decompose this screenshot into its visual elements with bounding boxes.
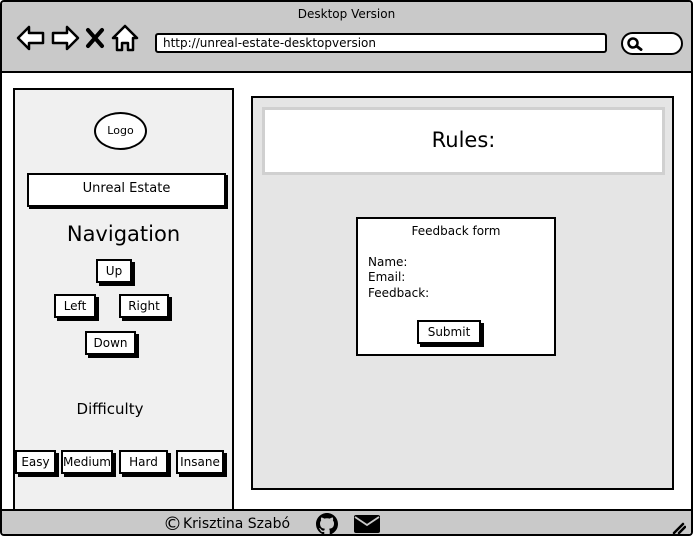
difficulty-medium-button[interactable]: Medium: [61, 450, 113, 474]
author-name: Krisztina Szabó: [183, 516, 291, 532]
forward-arrow-icon[interactable]: [50, 24, 80, 52]
name-field-label[interactable]: Name:: [368, 255, 407, 269]
rules-title: Rules:: [262, 107, 665, 175]
sidebar: Logo Unreal Estate Navigation Up Left Ri…: [13, 88, 234, 514]
left-button[interactable]: Left: [54, 294, 96, 318]
up-button[interactable]: Up: [96, 259, 132, 283]
browser-window: Desktop Version http://unreal-estate-des…: [0, 0, 693, 536]
search-icon: [627, 37, 643, 51]
copyright-symbol: ©: [163, 513, 182, 535]
feedback-field-label[interactable]: Feedback:: [368, 286, 429, 300]
home-icon[interactable]: [110, 24, 140, 52]
navigation-title: Navigation: [66, 222, 181, 246]
nav-buttons: [16, 24, 140, 52]
back-arrow-icon[interactable]: [16, 24, 46, 52]
email-field-label[interactable]: Email:: [368, 270, 405, 284]
difficulty-easy-button[interactable]: Easy: [15, 450, 56, 474]
mail-icon[interactable]: [354, 515, 380, 534]
close-icon[interactable]: [84, 24, 106, 52]
right-button[interactable]: Right: [119, 294, 169, 318]
feedback-form: Feedback form Name: Email: Feedback: Sub…: [356, 217, 556, 356]
github-icon[interactable]: [316, 513, 338, 534]
feedback-form-title: Feedback form: [411, 224, 501, 238]
footer: © Krisztina Szabó: [2, 509, 691, 535]
difficulty-title: Difficulty: [76, 400, 144, 418]
submit-button[interactable]: Submit: [417, 320, 481, 344]
address-bar[interactable]: http://unreal-estate-desktopversion: [155, 33, 607, 53]
difficulty-hard-button[interactable]: Hard: [119, 450, 168, 474]
site-name: Unreal Estate: [27, 173, 226, 207]
main-content: Rules: Feedback form Name: Email: Feedba…: [251, 96, 674, 490]
author-credit: © Krisztina Szabó: [163, 513, 291, 535]
search-input[interactable]: [621, 32, 683, 55]
down-button[interactable]: Down: [85, 331, 136, 355]
difficulty-insane-button[interactable]: Insane: [176, 450, 224, 474]
resize-grip-icon[interactable]: [672, 519, 687, 534]
browser-toolbar: Desktop Version http://unreal-estate-des…: [2, 2, 691, 73]
window-title: Desktop Version: [297, 7, 396, 21]
logo[interactable]: Logo: [94, 112, 147, 150]
